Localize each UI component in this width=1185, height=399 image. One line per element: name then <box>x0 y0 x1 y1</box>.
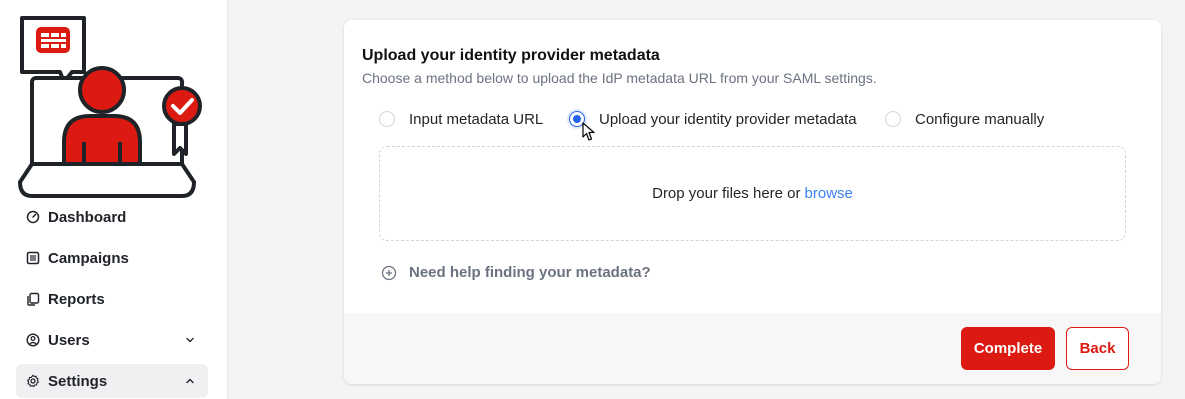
sidebar-item-label: Users <box>48 331 90 349</box>
sidebar-nav: Dashboard Campaigns Reports Users Settin… <box>16 200 208 399</box>
option-input-metadata-url[interactable]: Input metadata URL <box>379 108 543 130</box>
browse-link[interactable]: browse <box>805 185 853 202</box>
dashboard-gauge-icon <box>26 210 40 224</box>
page-title: Upload your identity provider metadata <box>362 47 660 64</box>
file-dropzone[interactable]: Drop your files here or browse <box>379 146 1126 241</box>
radio-button[interactable] <box>885 111 901 127</box>
sidebar-item-label: Settings <box>48 372 108 390</box>
metadata-card: Upload your identity provider metadata C… <box>344 20 1161 384</box>
sidebar: Dashboard Campaigns Reports Users Settin… <box>0 0 228 399</box>
chevron-up-icon <box>186 378 194 384</box>
sidebar-item-label: Campaigns <box>48 249 129 267</box>
help-toggle[interactable]: Need help finding your metadata? <box>381 264 651 281</box>
fortinet-user-certified-icon <box>18 16 202 198</box>
radio-button[interactable] <box>379 111 395 127</box>
sidebar-item-label: Dashboard <box>48 208 127 226</box>
sidebar-item-dashboard[interactable]: Dashboard <box>16 200 208 234</box>
sidebar-item-label: Reports <box>48 290 105 308</box>
sidebar-item-users[interactable]: Users <box>16 323 208 357</box>
campaigns-icon <box>26 251 40 265</box>
plus-circle-icon <box>381 265 397 280</box>
dropzone-text: Drop your files here or <box>652 185 801 202</box>
option-label: Configure manually <box>915 110 1045 128</box>
card-footer: Complete Back <box>344 313 1161 384</box>
help-label: Need help finding your metadata? <box>409 264 651 281</box>
reports-copy-icon <box>26 292 40 306</box>
option-configure-manually[interactable]: Configure manually <box>885 108 1044 130</box>
option-label: Upload your identity provider metadata <box>599 110 857 128</box>
gear-icon <box>26 374 40 388</box>
chevron-down-icon <box>186 337 194 343</box>
sidebar-item-campaigns[interactable]: Campaigns <box>16 241 208 275</box>
option-upload-metadata[interactable]: Upload your identity provider metadata <box>569 108 857 130</box>
complete-button[interactable]: Complete <box>961 327 1055 370</box>
back-button[interactable]: Back <box>1066 327 1129 370</box>
mouse-pointer-icon <box>582 122 595 141</box>
page-subtitle: Choose a method below to upload the IdP … <box>362 70 877 86</box>
sidebar-item-reports[interactable]: Reports <box>16 282 208 316</box>
sidebar-item-settings[interactable]: Settings <box>16 364 208 398</box>
user-circle-icon <box>26 333 40 347</box>
option-label: Input metadata URL <box>409 110 544 128</box>
